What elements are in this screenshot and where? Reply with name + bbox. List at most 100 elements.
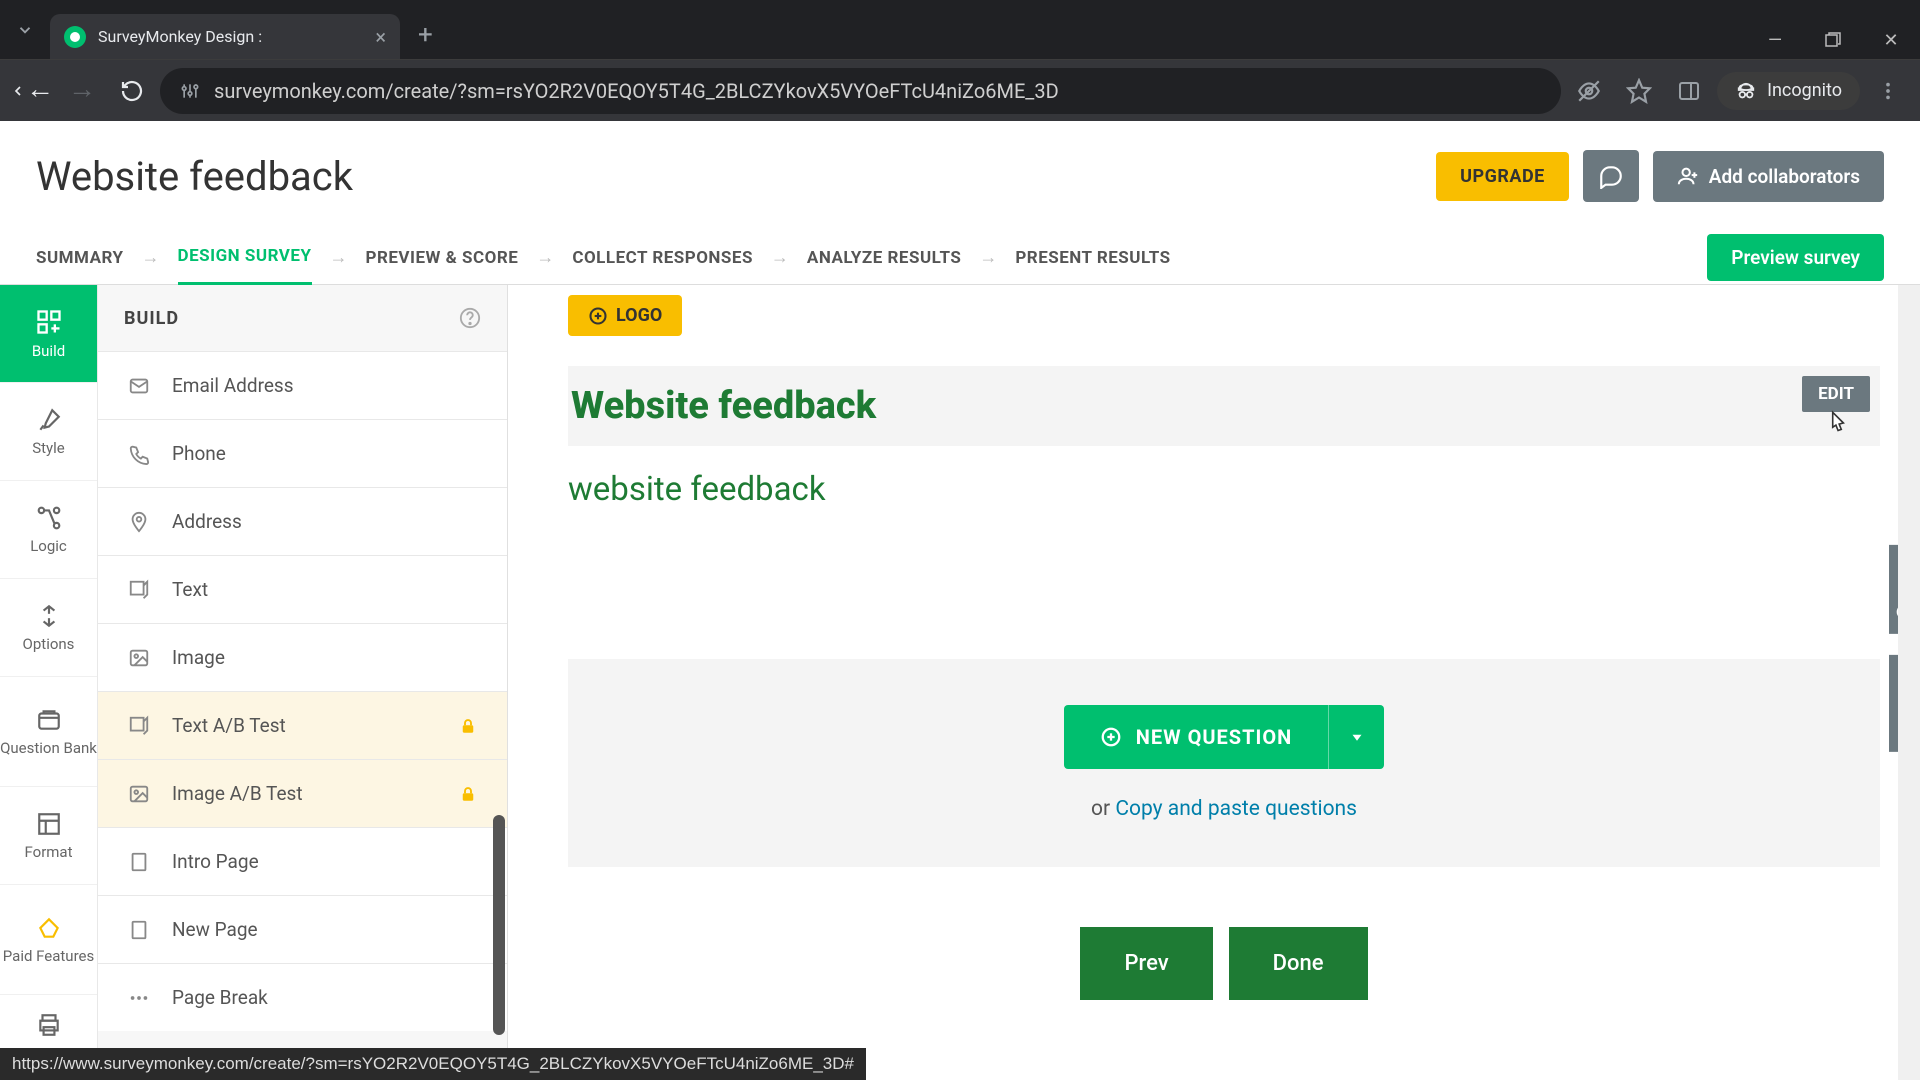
rail-label: Style bbox=[32, 439, 65, 457]
site-settings-icon[interactable] bbox=[180, 81, 200, 101]
question-zone: NEW QUESTION or Copy and paste questions bbox=[568, 659, 1880, 867]
rail-logic[interactable]: Logic bbox=[0, 481, 97, 579]
rail-print[interactable] bbox=[0, 995, 97, 1055]
sidebar-item-label: New Page bbox=[172, 918, 258, 941]
rail-build[interactable]: Build bbox=[0, 285, 97, 383]
sidebar-item-label: Text A/B Test bbox=[172, 714, 286, 737]
sidebar-item-label: Image bbox=[172, 646, 225, 669]
nav-design-survey[interactable]: DESIGN SURVEY bbox=[178, 230, 312, 286]
page-subtitle[interactable]: website feedback bbox=[568, 470, 1880, 509]
url-text: surveymonkey.com/create/?sm=rsYO2R2V0EQO… bbox=[214, 79, 1059, 103]
sidebar-scrollbar[interactable] bbox=[493, 815, 505, 1035]
question-bank-icon bbox=[36, 707, 62, 733]
sidebar-item-intro-page[interactable]: Intro Page bbox=[98, 827, 507, 895]
rail-label: Paid Features bbox=[3, 947, 94, 965]
left-rail: Build Style Logic Options bbox=[0, 285, 98, 1080]
sidebar-item-label: Intro Page bbox=[172, 850, 259, 873]
close-window-icon[interactable]: ✕ bbox=[1862, 20, 1920, 60]
nav-present-results[interactable]: PRESENT RESULTS bbox=[1015, 232, 1170, 284]
upgrade-button[interactable]: UPGRADE bbox=[1436, 152, 1569, 201]
help-icon[interactable] bbox=[459, 307, 481, 329]
new-tab-button[interactable]: + bbox=[400, 10, 451, 60]
reload-button[interactable] bbox=[110, 69, 154, 113]
sidebar-item-label: Text bbox=[172, 578, 208, 601]
maximize-icon[interactable] bbox=[1804, 20, 1862, 60]
cursor-pointer-icon bbox=[1824, 408, 1850, 438]
chevron-right-icon: → bbox=[330, 247, 348, 268]
sidebar-heading: BUILD bbox=[98, 285, 507, 351]
rail-style[interactable]: Style bbox=[0, 383, 97, 481]
rail-question-bank[interactable]: Question Bank bbox=[0, 677, 97, 787]
eye-off-icon[interactable] bbox=[1567, 69, 1611, 113]
rail-label: Build bbox=[32, 342, 65, 360]
sidebar-item-label: Image A/B Test bbox=[172, 782, 303, 805]
paid-features-icon bbox=[36, 915, 62, 941]
caret-down-icon bbox=[1348, 728, 1366, 746]
new-question-dropdown[interactable] bbox=[1328, 705, 1384, 769]
prev-button[interactable]: Prev bbox=[1080, 927, 1212, 1000]
progress-nav: SUMMARY → DESIGN SURVEY → PREVIEW & SCOR… bbox=[0, 231, 1920, 285]
sidebar-item-phone[interactable]: Phone bbox=[98, 419, 507, 487]
nav-analyze-results[interactable]: ANALYZE RESULTS bbox=[807, 232, 961, 284]
sidebar-item-text-ab-test[interactable]: Text A/B Test bbox=[98, 691, 507, 759]
back-button[interactable]: ← bbox=[10, 69, 54, 113]
tab-close-icon[interactable]: × bbox=[375, 25, 386, 49]
tab-search-dropdown[interactable] bbox=[0, 10, 50, 50]
sidebar-item-new-page[interactable]: New Page bbox=[98, 895, 507, 963]
address-bar: ← → surveymonkey.com/create/?sm=rsYO2R2V… bbox=[0, 59, 1920, 121]
kebab-menu-icon[interactable] bbox=[1866, 69, 1910, 113]
page-content: Website feedback UPGRADE Add collaborato… bbox=[0, 121, 1920, 1080]
nav-collect-responses[interactable]: COLLECT RESPONSES bbox=[572, 232, 753, 284]
page-icon bbox=[128, 851, 152, 873]
format-icon bbox=[36, 811, 62, 837]
sidebar-item-image-ab-test[interactable]: Image A/B Test bbox=[98, 759, 507, 827]
minimize-icon[interactable]: — bbox=[1746, 20, 1804, 60]
comments-button[interactable] bbox=[1583, 150, 1639, 202]
incognito-indicator[interactable]: Incognito bbox=[1717, 72, 1860, 110]
nav-summary[interactable]: SUMMARY bbox=[36, 232, 124, 284]
survey-title-block[interactable]: Website feedback EDIT bbox=[568, 366, 1880, 446]
bookmark-star-icon[interactable] bbox=[1617, 69, 1661, 113]
sidebar-item-address[interactable]: Address bbox=[98, 487, 507, 555]
add-logo-button[interactable]: LOGO bbox=[568, 295, 682, 336]
rail-label: Question Bank bbox=[0, 739, 97, 757]
survey-title[interactable]: Website feedback bbox=[36, 153, 353, 200]
rail-options[interactable]: Options bbox=[0, 579, 97, 677]
sidebar-item-text[interactable]: Text bbox=[98, 555, 507, 623]
workspace: Build Style Logic Options bbox=[0, 285, 1920, 1080]
rail-label: Format bbox=[25, 843, 73, 861]
sidebar-item-label: Address bbox=[172, 510, 242, 533]
plus-circle-icon bbox=[1100, 726, 1122, 748]
new-question-button[interactable]: NEW QUESTION bbox=[1064, 705, 1329, 769]
incognito-label: Incognito bbox=[1767, 80, 1842, 101]
rail-paid-features[interactable]: Paid Features bbox=[0, 885, 97, 995]
logic-icon bbox=[36, 505, 62, 531]
sidebar-item-email[interactable]: Email Address bbox=[98, 351, 507, 419]
preview-survey-button[interactable]: Preview survey bbox=[1707, 234, 1884, 281]
rail-label: Options bbox=[23, 635, 75, 653]
edit-title-button[interactable]: EDIT bbox=[1802, 376, 1870, 412]
page-break-icon bbox=[128, 987, 152, 1009]
add-collaborators-button[interactable]: Add collaborators bbox=[1653, 151, 1884, 202]
page-nav-buttons: Prev Done bbox=[568, 927, 1880, 1000]
header-row: Website feedback UPGRADE Add collaborato… bbox=[0, 121, 1920, 231]
url-field[interactable]: surveymonkey.com/create/?sm=rsYO2R2V0EQO… bbox=[160, 68, 1561, 114]
main-scrollbar-track[interactable] bbox=[1898, 285, 1920, 1080]
page-icon bbox=[128, 919, 152, 941]
sidebar-item-page-break[interactable]: Page Break bbox=[98, 963, 507, 1031]
survey-canvas: LOGO Website feedback EDIT website feedb… bbox=[508, 285, 1920, 1080]
done-button[interactable]: Done bbox=[1229, 927, 1368, 1000]
browser-tab[interactable]: SurveyMonkey Design : × bbox=[50, 14, 400, 59]
rail-format[interactable]: Format bbox=[0, 787, 97, 885]
email-icon bbox=[128, 375, 152, 397]
forward-button[interactable]: → bbox=[60, 69, 104, 113]
side-panel-icon[interactable] bbox=[1667, 69, 1711, 113]
tab-title: SurveyMonkey Design : bbox=[98, 27, 262, 46]
chevron-right-icon: → bbox=[142, 247, 160, 268]
nav-preview-score[interactable]: PREVIEW & SCORE bbox=[366, 232, 519, 284]
options-icon bbox=[36, 603, 62, 629]
sidebar-item-label: Phone bbox=[172, 442, 226, 465]
copy-paste-link[interactable]: Copy and paste questions bbox=[1115, 797, 1357, 821]
plus-circle-icon bbox=[588, 306, 608, 326]
sidebar-item-image[interactable]: Image bbox=[98, 623, 507, 691]
